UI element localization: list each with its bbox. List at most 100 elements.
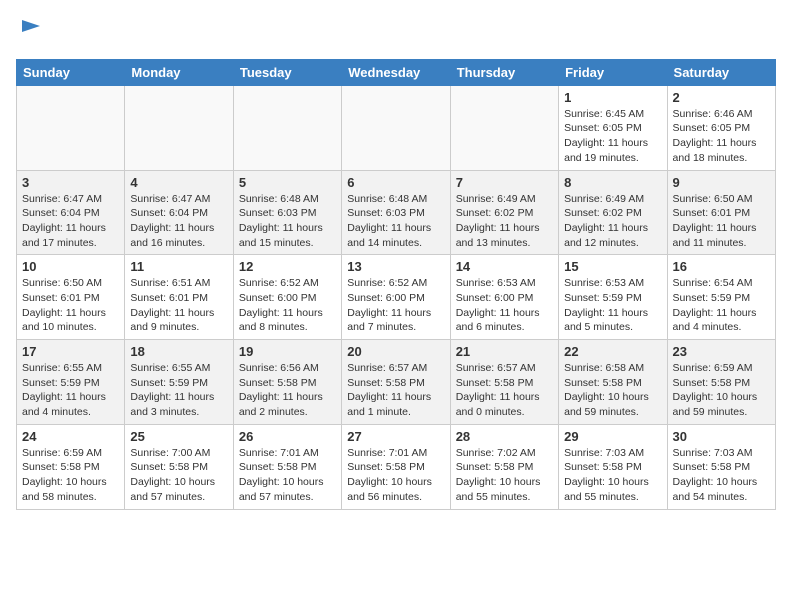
day-info: Sunrise: 6:48 AMSunset: 6:03 PMDaylight:… <box>239 192 336 251</box>
day-info: Sunrise: 6:51 AMSunset: 6:01 PMDaylight:… <box>130 276 227 335</box>
day-cell: 27 Sunrise: 7:01 AMSunset: 5:58 PMDayligh… <box>342 424 450 509</box>
day-info: Sunrise: 6:47 AMSunset: 6:04 PMDaylight:… <box>130 192 227 251</box>
day-number: 15 <box>564 259 661 274</box>
day-info: Sunrise: 7:02 AMSunset: 5:58 PMDaylight:… <box>456 446 553 505</box>
weekday-thursday: Thursday <box>450 59 558 85</box>
day-info: Sunrise: 6:54 AMSunset: 5:59 PMDaylight:… <box>673 276 770 335</box>
day-number: 28 <box>456 429 553 444</box>
week-row-5: 24 Sunrise: 6:59 AMSunset: 5:58 PMDayligh… <box>17 424 776 509</box>
day-info: Sunrise: 7:00 AMSunset: 5:58 PMDaylight:… <box>130 446 227 505</box>
day-cell: 14 Sunrise: 6:53 AMSunset: 6:00 PMDayligh… <box>450 255 558 340</box>
day-number: 5 <box>239 175 336 190</box>
day-number: 13 <box>347 259 444 274</box>
day-number: 7 <box>456 175 553 190</box>
day-number: 20 <box>347 344 444 359</box>
day-info: Sunrise: 6:50 AMSunset: 6:01 PMDaylight:… <box>22 276 119 335</box>
day-number: 19 <box>239 344 336 359</box>
day-number: 30 <box>673 429 770 444</box>
day-info: Sunrise: 6:47 AMSunset: 6:04 PMDaylight:… <box>22 192 119 251</box>
day-cell: 15 Sunrise: 6:53 AMSunset: 5:59 PMDayligh… <box>559 255 667 340</box>
day-cell: 13 Sunrise: 6:52 AMSunset: 6:00 PMDayligh… <box>342 255 450 340</box>
week-row-3: 10 Sunrise: 6:50 AMSunset: 6:01 PMDayligh… <box>17 255 776 340</box>
day-cell: 18 Sunrise: 6:55 AMSunset: 5:59 PMDayligh… <box>125 340 233 425</box>
day-cell: 21 Sunrise: 6:57 AMSunset: 5:58 PMDayligh… <box>450 340 558 425</box>
day-info: Sunrise: 6:52 AMSunset: 6:00 PMDaylight:… <box>239 276 336 335</box>
day-number: 25 <box>130 429 227 444</box>
day-cell: 26 Sunrise: 7:01 AMSunset: 5:58 PMDayligh… <box>233 424 341 509</box>
day-cell: 7Sunrise: 6:49 AMSunset: 6:02 PMDaylight… <box>450 170 558 255</box>
day-info: Sunrise: 7:01 AMSunset: 5:58 PMDaylight:… <box>239 446 336 505</box>
weekday-wednesday: Wednesday <box>342 59 450 85</box>
day-number: 1 <box>564 90 661 105</box>
day-info: Sunrise: 6:55 AMSunset: 5:59 PMDaylight:… <box>130 361 227 420</box>
day-number: 29 <box>564 429 661 444</box>
day-number: 9 <box>673 175 770 190</box>
day-number: 26 <box>239 429 336 444</box>
day-number: 4 <box>130 175 227 190</box>
day-info: Sunrise: 6:58 AMSunset: 5:58 PMDaylight:… <box>564 361 661 420</box>
weekday-monday: Monday <box>125 59 233 85</box>
day-cell: 24 Sunrise: 6:59 AMSunset: 5:58 PMDayligh… <box>17 424 125 509</box>
day-number: 24 <box>22 429 119 444</box>
day-number: 3 <box>22 175 119 190</box>
day-cell: 10 Sunrise: 6:50 AMSunset: 6:01 PMDayligh… <box>17 255 125 340</box>
week-row-1: 1 Sunrise: 6:45 AMSunset: 6:05 PMDaylight… <box>17 85 776 170</box>
day-cell: 12 Sunrise: 6:52 AMSunset: 6:00 PMDayligh… <box>233 255 341 340</box>
logo <box>16 16 46 49</box>
day-number: 16 <box>673 259 770 274</box>
day-info: Sunrise: 7:03 AMSunset: 5:58 PMDaylight:… <box>673 446 770 505</box>
calendar-body: 1 Sunrise: 6:45 AMSunset: 6:05 PMDaylight… <box>17 85 776 509</box>
calendar-table: SundayMondayTuesdayWednesdayThursdayFrid… <box>16 59 776 510</box>
day-cell: 16 Sunrise: 6:54 AMSunset: 5:59 PMDayligh… <box>667 255 775 340</box>
day-cell: 2Sunrise: 6:46 AMSunset: 6:05 PMDaylight… <box>667 85 775 170</box>
day-number: 23 <box>673 344 770 359</box>
day-cell <box>450 85 558 170</box>
day-cell <box>342 85 450 170</box>
day-info: Sunrise: 6:50 AMSunset: 6:01 PMDaylight:… <box>673 192 770 251</box>
weekday-header-row: SundayMondayTuesdayWednesdayThursdayFrid… <box>17 59 776 85</box>
day-info: Sunrise: 7:03 AMSunset: 5:58 PMDaylight:… <box>564 446 661 505</box>
day-number: 14 <box>456 259 553 274</box>
page-header <box>16 16 776 49</box>
day-number: 11 <box>130 259 227 274</box>
day-info: Sunrise: 6:57 AMSunset: 5:58 PMDaylight:… <box>347 361 444 420</box>
day-cell: 30 Sunrise: 7:03 AMSunset: 5:58 PMDayligh… <box>667 424 775 509</box>
day-info: Sunrise: 6:56 AMSunset: 5:58 PMDaylight:… <box>239 361 336 420</box>
week-row-2: 3 Sunrise: 6:47 AMSunset: 6:04 PMDaylight… <box>17 170 776 255</box>
day-cell: 23 Sunrise: 6:59 AMSunset: 5:58 PMDayligh… <box>667 340 775 425</box>
day-number: 6 <box>347 175 444 190</box>
day-info: Sunrise: 7:01 AMSunset: 5:58 PMDaylight:… <box>347 446 444 505</box>
day-cell: 5 Sunrise: 6:48 AMSunset: 6:03 PMDaylight… <box>233 170 341 255</box>
day-info: Sunrise: 6:45 AMSunset: 6:05 PMDaylight:… <box>564 107 661 166</box>
day-number: 10 <box>22 259 119 274</box>
day-cell: 11 Sunrise: 6:51 AMSunset: 6:01 PMDayligh… <box>125 255 233 340</box>
logo-flag-icon <box>18 16 46 44</box>
day-number: 8 <box>564 175 661 190</box>
day-cell: 9 Sunrise: 6:50 AMSunset: 6:01 PMDaylight… <box>667 170 775 255</box>
weekday-tuesday: Tuesday <box>233 59 341 85</box>
day-cell: 3 Sunrise: 6:47 AMSunset: 6:04 PMDaylight… <box>17 170 125 255</box>
day-info: Sunrise: 6:49 AMSunset: 6:02 PMDaylight:… <box>564 192 661 251</box>
day-cell: 1 Sunrise: 6:45 AMSunset: 6:05 PMDaylight… <box>559 85 667 170</box>
day-cell: 4 Sunrise: 6:47 AMSunset: 6:04 PMDaylight… <box>125 170 233 255</box>
day-info: Sunrise: 6:52 AMSunset: 6:00 PMDaylight:… <box>347 276 444 335</box>
day-number: 17 <box>22 344 119 359</box>
day-info: Sunrise: 6:53 AMSunset: 5:59 PMDaylight:… <box>564 276 661 335</box>
day-cell <box>125 85 233 170</box>
day-info: Sunrise: 6:59 AMSunset: 5:58 PMDaylight:… <box>673 361 770 420</box>
day-cell: 6Sunrise: 6:48 AMSunset: 6:03 PMDaylight… <box>342 170 450 255</box>
day-cell: 19 Sunrise: 6:56 AMSunset: 5:58 PMDayligh… <box>233 340 341 425</box>
day-cell <box>233 85 341 170</box>
day-info: Sunrise: 6:55 AMSunset: 5:59 PMDaylight:… <box>22 361 119 420</box>
day-info: Sunrise: 6:53 AMSunset: 6:00 PMDaylight:… <box>456 276 553 335</box>
day-cell: 29 Sunrise: 7:03 AMSunset: 5:58 PMDayligh… <box>559 424 667 509</box>
day-info: Sunrise: 6:57 AMSunset: 5:58 PMDaylight:… <box>456 361 553 420</box>
day-cell: 17 Sunrise: 6:55 AMSunset: 5:59 PMDayligh… <box>17 340 125 425</box>
day-number: 18 <box>130 344 227 359</box>
day-number: 22 <box>564 344 661 359</box>
day-number: 21 <box>456 344 553 359</box>
day-info: Sunrise: 6:59 AMSunset: 5:58 PMDaylight:… <box>22 446 119 505</box>
day-number: 27 <box>347 429 444 444</box>
day-number: 12 <box>239 259 336 274</box>
day-cell: 8 Sunrise: 6:49 AMSunset: 6:02 PMDaylight… <box>559 170 667 255</box>
